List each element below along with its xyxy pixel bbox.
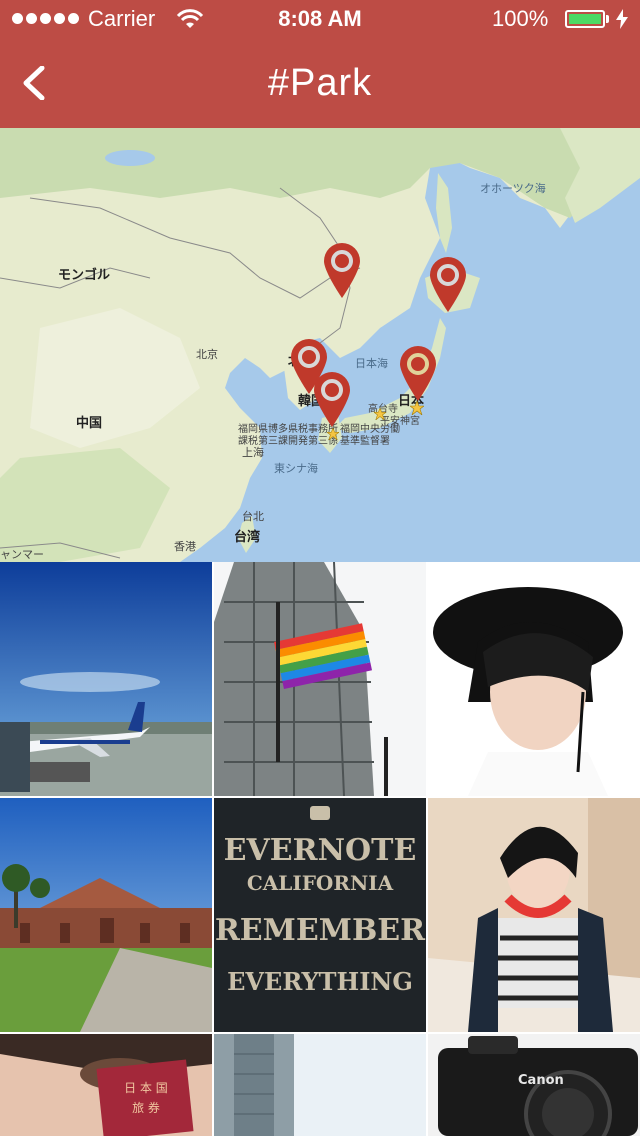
- map-label-okhotsk: オホーツク海: [480, 183, 546, 195]
- map-label-beijing: 北京: [196, 349, 218, 361]
- map-star-icon: [410, 401, 424, 415]
- map-star-icon: [374, 408, 386, 420]
- map-label-myanmar: ャンマー: [0, 549, 44, 561]
- evernote-line-4: EVERYTHING: [227, 967, 413, 996]
- map-label-hongkong: 香港: [174, 541, 196, 553]
- map-label-fukuoka-2: 課税第三課開発第三係: [238, 436, 338, 447]
- map-label-taipei: 台北: [242, 511, 264, 523]
- map-star-icon: [327, 428, 339, 440]
- map-pin-icon[interactable]: [428, 256, 468, 312]
- photo-stanford[interactable]: [0, 798, 212, 1032]
- photo-evernote[interactable]: EVERNOTE CALIFORNIA REMEMBER EVERYTHING: [214, 798, 426, 1032]
- photo-rainbow-flag[interactable]: [214, 562, 426, 796]
- photo-portrait-headphones[interactable]: [428, 798, 640, 1032]
- evernote-line-2: CALIFORNIA: [247, 871, 394, 895]
- photo-passport[interactable]: 日 本 国 旅 券: [0, 1034, 212, 1136]
- map-view[interactable]: モンゴル 中国 北京 北朝 韓国 日本海 日本 オホーツク海 東シナ海 上海 台…: [0, 128, 640, 562]
- status-bar: Carrier 8:08 AM 100%: [0, 0, 640, 40]
- map-label-japan-sea: 日本海: [355, 358, 388, 370]
- photo-camera[interactable]: Canon: [428, 1034, 640, 1136]
- map-label-east-china-sea: 東シナ海: [274, 463, 318, 475]
- nav-header: Carrier 8:08 AM 100% #Park: [0, 0, 640, 128]
- map-pin-icon[interactable]: [312, 371, 352, 427]
- map-label-china: 中国: [76, 415, 103, 430]
- evernote-line-1: EVERNOTE: [224, 833, 417, 868]
- map-pin-icon[interactable]: [322, 242, 362, 298]
- map-label-fukuoka-4: 基準監督署: [340, 436, 390, 447]
- page-title: #Park: [267, 62, 373, 104]
- map-label-mongolia: モンゴル: [58, 267, 111, 282]
- battery-percent: 100%: [492, 6, 549, 31]
- photo-building[interactable]: [214, 1034, 426, 1136]
- camera-brand: Canon: [518, 1073, 564, 1088]
- charging-icon: [616, 9, 628, 29]
- photo-grid: EVERNOTE CALIFORNIA REMEMBER EVERYTHING: [0, 562, 640, 1136]
- evernote-line-3: REMEMBER: [215, 913, 426, 948]
- passport-line-1: 日 本 国: [124, 1081, 168, 1095]
- photo-airplane[interactable]: [0, 562, 212, 796]
- passport-line-2: 旅 券: [132, 1100, 160, 1115]
- map-pin-icon[interactable]: [398, 345, 438, 401]
- battery-icon: [565, 10, 605, 28]
- map-label-taiwan: 台湾: [234, 529, 261, 544]
- photo-portrait-hat[interactable]: [428, 562, 640, 796]
